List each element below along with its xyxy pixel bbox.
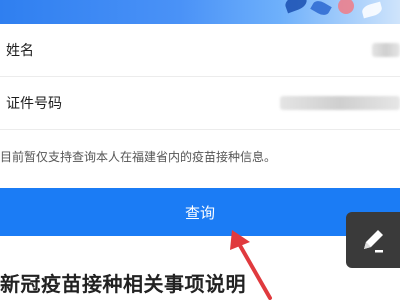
name-label: 姓名 <box>6 43 34 59</box>
divider <box>0 129 400 130</box>
notice-text: 目前暂仅支持查询本人在福建省内的疫苗接种信息。 <box>0 150 277 164</box>
name-value-blurred <box>372 43 400 57</box>
query-button[interactable]: 查询 <box>0 188 400 236</box>
banner-decoration <box>338 0 354 14</box>
banner-decoration <box>310 0 332 18</box>
pencil-icon <box>364 230 383 253</box>
name-row[interactable]: 姓名 <box>0 24 400 76</box>
banner-decoration <box>283 0 309 14</box>
header-banner <box>0 0 400 24</box>
id-number-label: 证件号码 <box>6 96 62 112</box>
banner-decoration <box>360 1 384 19</box>
id-row[interactable]: 证件号码 <box>0 77 400 129</box>
id-number-value-blurred <box>280 96 400 110</box>
section-title: 新冠疫苗接种相关事项说明 <box>0 272 246 296</box>
edit-button[interactable] <box>346 212 400 268</box>
